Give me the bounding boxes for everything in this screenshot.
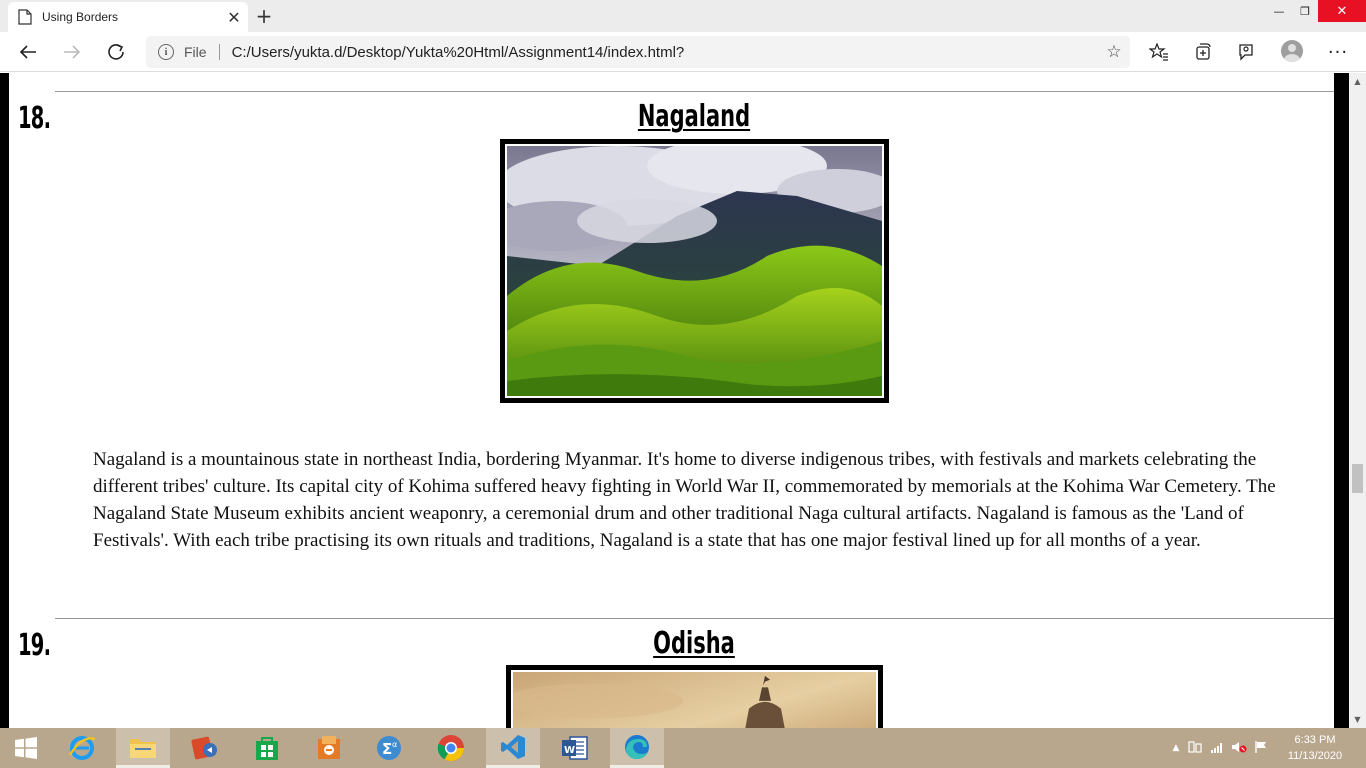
section-divider bbox=[55, 91, 1334, 92]
volume-muted-icon[interactable] bbox=[1228, 740, 1250, 757]
scroll-down-icon[interactable]: ▼ bbox=[1349, 711, 1366, 728]
section-number: 18. bbox=[18, 101, 51, 136]
address-url[interactable]: C:/Users/yukta.d/Desktop/Yukta%20Html/As… bbox=[232, 44, 1098, 61]
section-number: 19. bbox=[18, 628, 51, 663]
profile-avatar[interactable] bbox=[1281, 40, 1303, 62]
internet-explorer-icon[interactable] bbox=[55, 728, 109, 768]
state-title: Nagaland bbox=[637, 99, 751, 134]
page-border-left bbox=[0, 73, 9, 728]
close-tab-icon[interactable]: ✕ bbox=[220, 3, 248, 31]
address-divider bbox=[218, 44, 220, 60]
vscode-icon[interactable] bbox=[486, 728, 540, 768]
minimize-icon[interactable]: — bbox=[1266, 0, 1292, 22]
forward-icon[interactable] bbox=[58, 38, 86, 66]
store-icon[interactable] bbox=[240, 728, 294, 768]
address-scheme: File bbox=[184, 44, 207, 60]
window-controls: — ❐ ✕ bbox=[1266, 0, 1366, 22]
chrome-icon[interactable] bbox=[424, 728, 478, 768]
svg-text:α: α bbox=[392, 740, 397, 749]
network-icon[interactable] bbox=[1206, 741, 1228, 756]
installer-icon[interactable] bbox=[302, 728, 356, 768]
feedback-icon[interactable] bbox=[1233, 40, 1259, 64]
new-tab-button[interactable]: + bbox=[252, 4, 276, 28]
file-explorer-icon[interactable] bbox=[116, 728, 170, 768]
system-tray: ▲ bbox=[1168, 728, 1272, 768]
windows-start-icon[interactable] bbox=[0, 728, 52, 768]
state-description: Nagaland is a mountainous state in north… bbox=[93, 449, 1276, 551]
back-icon[interactable] bbox=[14, 38, 42, 66]
section-divider bbox=[55, 618, 1334, 619]
close-window-icon[interactable]: ✕ bbox=[1318, 0, 1366, 22]
device-icon[interactable] bbox=[1184, 740, 1206, 757]
action-center-flag-icon[interactable] bbox=[1250, 740, 1272, 757]
favorites-icon[interactable] bbox=[1146, 40, 1172, 64]
svg-text:W: W bbox=[564, 745, 575, 756]
page-icon bbox=[18, 9, 32, 25]
taskbar: Σα W ▲ 6:33 PM 11/13/2020 bbox=[0, 728, 1366, 768]
restore-icon[interactable]: ❐ bbox=[1292, 0, 1318, 22]
state-image-frame bbox=[506, 665, 883, 728]
math-input-icon[interactable]: Σα bbox=[362, 728, 416, 768]
page-scrollbar[interactable]: ▲ ▼ bbox=[1349, 73, 1366, 728]
more-options-icon[interactable]: ··· bbox=[1325, 40, 1351, 64]
browser-toolbar: i File C:/Users/yukta.d/Desktop/Yukta%20… bbox=[0, 32, 1366, 72]
state-image-frame bbox=[500, 139, 889, 403]
system-clock[interactable]: 6:33 PM 11/13/2020 bbox=[1280, 732, 1350, 764]
svg-text:Σ: Σ bbox=[382, 740, 392, 758]
scrollbar-thumb[interactable] bbox=[1352, 464, 1363, 493]
state-title: Odisha bbox=[653, 626, 735, 661]
tab-strip: Using Borders ✕ + — ❐ ✕ bbox=[0, 0, 1366, 32]
tab-title: Using Borders bbox=[42, 10, 119, 24]
temple-image bbox=[513, 672, 876, 728]
clock-date: 11/13/2020 bbox=[1287, 750, 1343, 762]
browser-tab[interactable]: Using Borders ✕ bbox=[8, 2, 248, 32]
favorite-star-icon[interactable]: ☆ bbox=[1098, 42, 1130, 62]
edge-icon[interactable] bbox=[610, 728, 664, 768]
scroll-up-icon[interactable]: ▲ bbox=[1349, 73, 1366, 90]
collections-icon[interactable] bbox=[1190, 40, 1216, 64]
page-border-right bbox=[1334, 73, 1349, 728]
landscape-image bbox=[507, 146, 882, 396]
clock-time: 6:33 PM bbox=[1294, 734, 1336, 746]
address-bar[interactable]: i File C:/Users/yukta.d/Desktop/Yukta%20… bbox=[146, 36, 1130, 68]
word-icon[interactable]: W bbox=[548, 728, 602, 768]
page-viewport: 18. Nagaland Nagaland is a mountainous s… bbox=[0, 73, 1349, 728]
info-icon[interactable]: i bbox=[158, 44, 174, 60]
refresh-icon[interactable] bbox=[102, 38, 130, 66]
media-app-icon[interactable] bbox=[178, 728, 232, 768]
show-hidden-icons-icon[interactable]: ▲ bbox=[1168, 743, 1184, 753]
